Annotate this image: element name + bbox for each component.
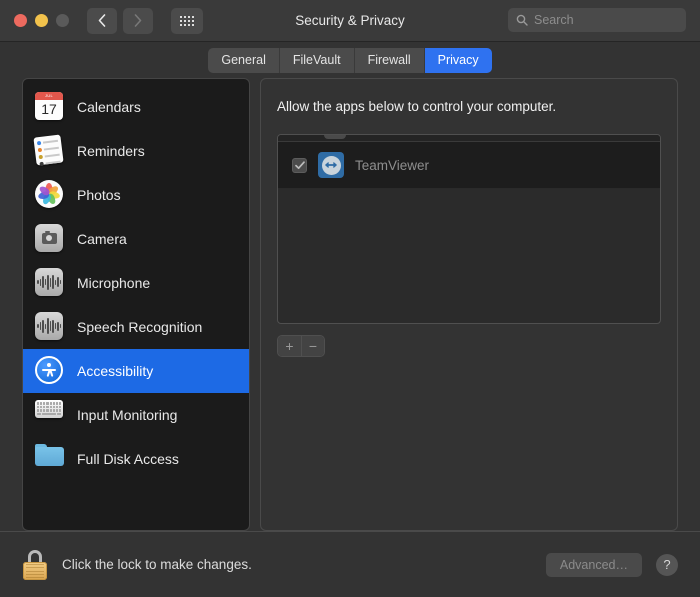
remove-app-button[interactable]: −: [301, 336, 324, 356]
search-input[interactable]: Search: [534, 13, 574, 27]
tab-filevault[interactable]: FileVault: [280, 48, 355, 73]
sidebar-item-label: Input Monitoring: [77, 407, 177, 423]
show-all-button[interactable]: [171, 8, 203, 34]
chevron-right-icon: [134, 14, 142, 27]
sidebar-item-label: Accessibility: [77, 363, 153, 379]
search-field[interactable]: Search: [508, 8, 686, 32]
grid-icon: [180, 16, 194, 26]
microphone-icon: [35, 268, 65, 298]
window-titlebar: Security & Privacy Search: [0, 0, 700, 42]
calendar-icon: JUL17: [35, 92, 65, 122]
add-remove-button-group: + −: [277, 335, 325, 357]
forward-button[interactable]: [123, 8, 153, 34]
sidebar-item-label: Reminders: [77, 143, 145, 159]
advanced-button[interactable]: Advanced…: [546, 553, 642, 577]
double-arrow-icon: [324, 161, 338, 169]
teamviewer-icon: [318, 152, 344, 178]
photos-icon: [35, 180, 65, 210]
sidebar-item-microphone[interactable]: Microphone: [23, 261, 249, 305]
navigation-buttons: [87, 8, 203, 34]
lock-closed-icon[interactable]: [22, 550, 48, 580]
zoom-window-button: [56, 14, 69, 27]
preference-content: JUL17 Calendars Reminders: [0, 78, 700, 531]
sidebar-item-label: Photos: [77, 187, 121, 203]
sidebar-item-reminders[interactable]: Reminders: [23, 129, 249, 173]
table-row[interactable]: TeamViewer: [278, 142, 660, 189]
help-button[interactable]: ?: [656, 554, 678, 576]
sidebar-item-label: Camera: [77, 231, 127, 247]
keyboard-icon: [35, 400, 65, 430]
window-footer: Click the lock to make changes. Advanced…: [0, 531, 700, 597]
sidebar-item-accessibility[interactable]: Accessibility: [23, 349, 249, 393]
sidebar-item-photos[interactable]: Photos: [23, 173, 249, 217]
privacy-category-list: JUL17 Calendars Reminders: [22, 78, 250, 531]
reminders-icon: [35, 136, 65, 166]
tab-privacy[interactable]: Privacy: [425, 48, 492, 73]
lock-hint-text: Click the lock to make changes.: [62, 557, 252, 572]
minimize-window-button[interactable]: [35, 14, 48, 27]
tab-strip: General FileVault Firewall Privacy: [0, 42, 700, 78]
sidebar-item-label: Full Disk Access: [77, 451, 179, 467]
camera-icon: [35, 224, 65, 254]
chevron-left-icon: [98, 14, 106, 27]
panel-description: Allow the apps below to control your com…: [277, 99, 661, 114]
app-enable-checkbox[interactable]: [292, 158, 307, 173]
sidebar-item-full-disk-access[interactable]: Full Disk Access: [23, 437, 249, 481]
tab-general[interactable]: General: [208, 48, 279, 73]
tab-firewall[interactable]: Firewall: [355, 48, 425, 73]
sidebar-item-label: Microphone: [77, 275, 150, 291]
privacy-detail-panel: Allow the apps below to control your com…: [260, 78, 678, 531]
app-name: TeamViewer: [355, 158, 429, 173]
add-app-button[interactable]: +: [278, 336, 301, 356]
security-privacy-window: Security & Privacy Search General FileVa…: [0, 0, 700, 597]
checkmark-icon: [295, 161, 305, 170]
sidebar-item-speech-recognition[interactable]: Speech Recognition: [23, 305, 249, 349]
traffic-lights: [14, 14, 69, 27]
partial-app-icon: [324, 135, 346, 139]
sidebar-item-calendars[interactable]: JUL17 Calendars: [23, 85, 249, 129]
sidebar-item-camera[interactable]: Camera: [23, 217, 249, 261]
sidebar-item-label: Calendars: [77, 99, 141, 115]
back-button[interactable]: [87, 8, 117, 34]
close-window-button[interactable]: [14, 14, 27, 27]
sidebar-item-input-monitoring[interactable]: Input Monitoring: [23, 393, 249, 437]
tab-group: General FileVault Firewall Privacy: [208, 48, 491, 73]
scrolled-partial-row: [278, 135, 660, 142]
accessibility-icon: [35, 356, 65, 386]
speech-recognition-icon: [35, 312, 65, 342]
folder-icon: [35, 444, 65, 474]
allowed-apps-list[interactable]: TeamViewer: [277, 134, 661, 324]
sidebar-item-label: Speech Recognition: [77, 319, 202, 335]
search-icon: [516, 14, 528, 26]
